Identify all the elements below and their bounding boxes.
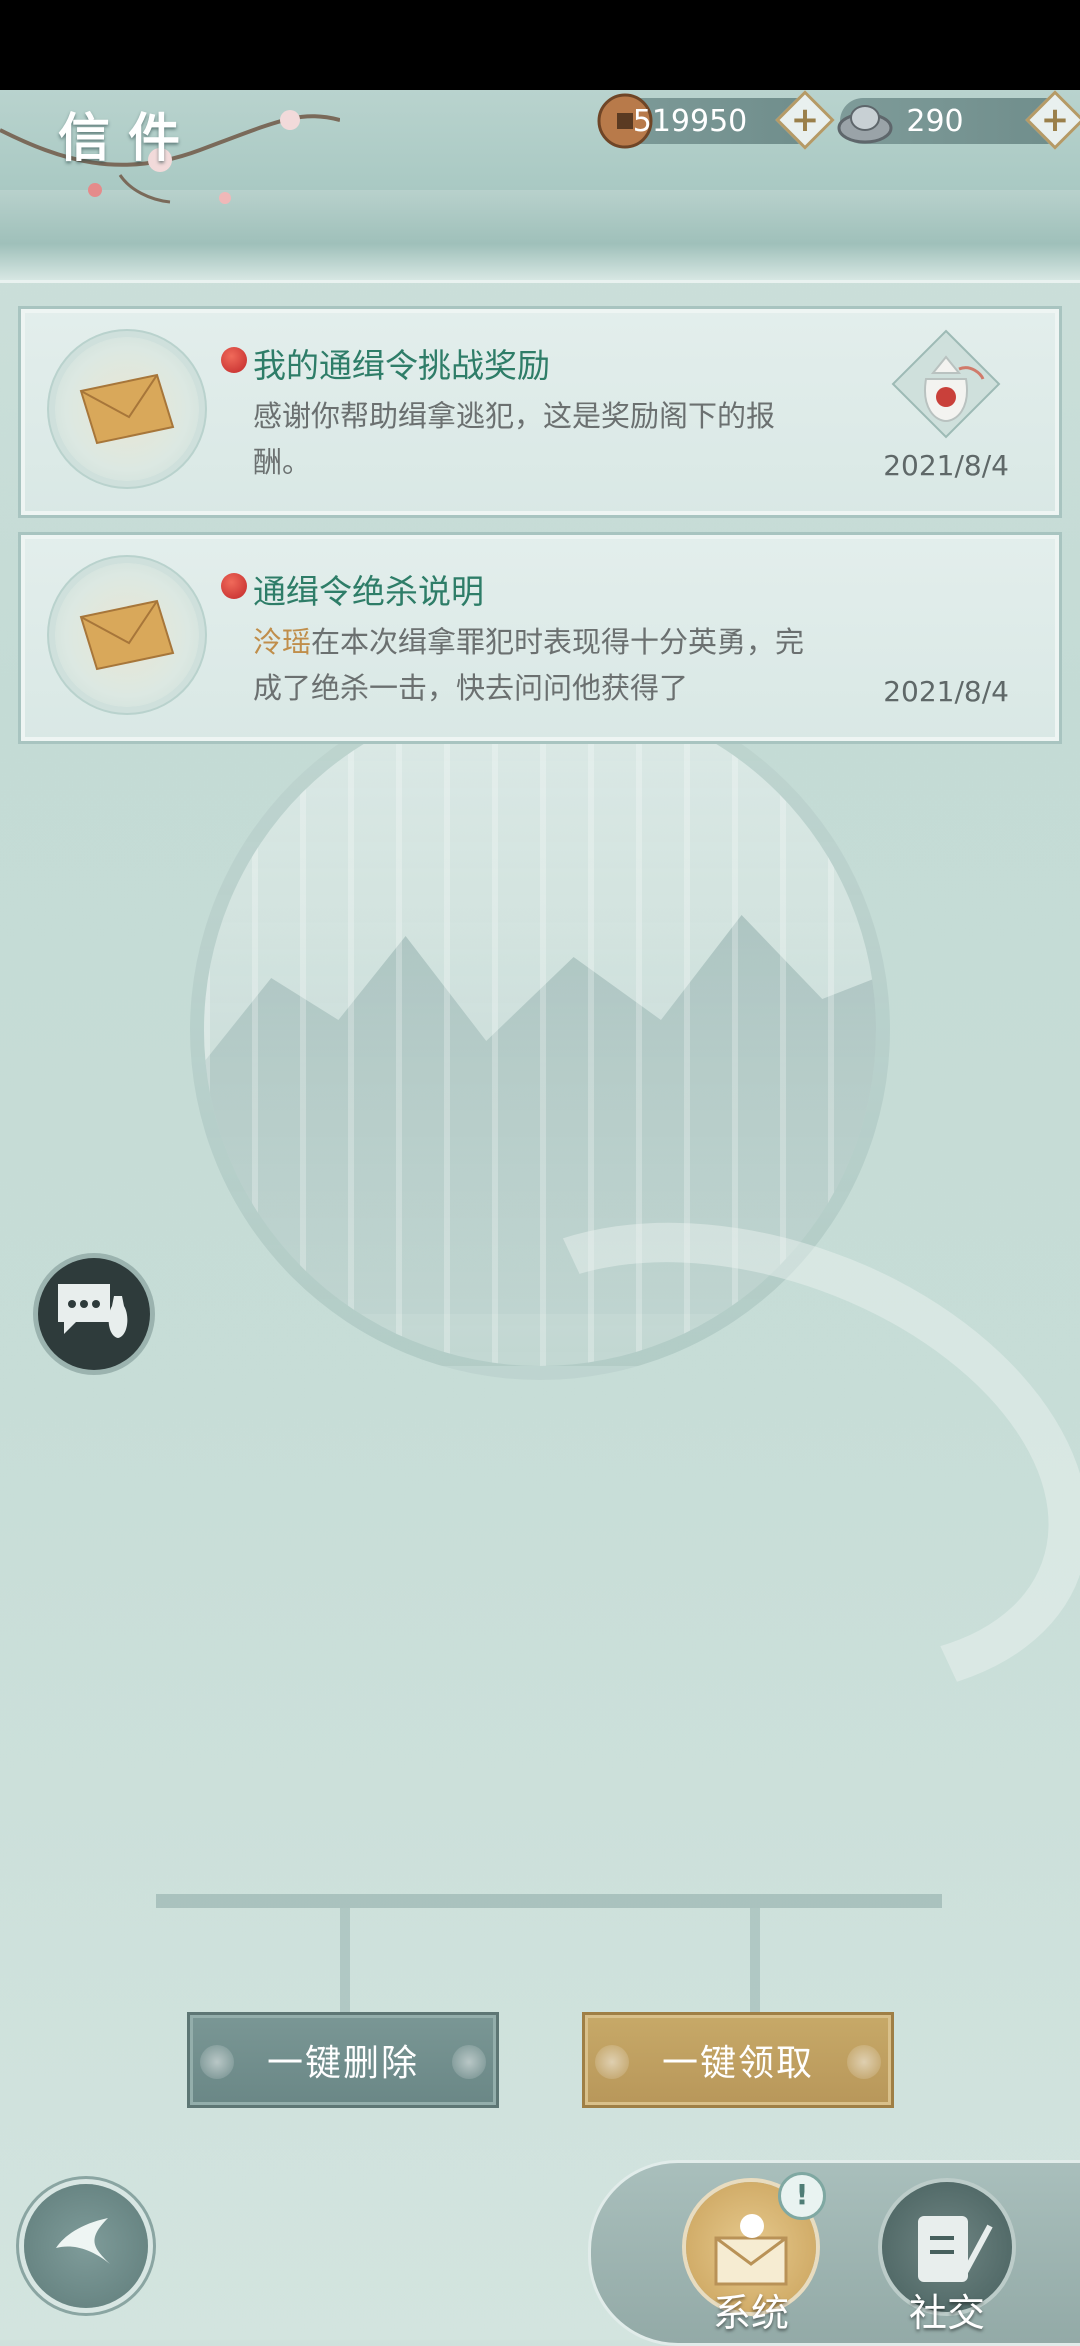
envelope-icon bbox=[79, 373, 175, 445]
table-leg bbox=[750, 1908, 760, 2018]
table-leg bbox=[340, 1908, 350, 2018]
silver-value: 290 bbox=[906, 103, 964, 139]
tea-table-decoration bbox=[156, 1894, 942, 1908]
delete-all-button[interactable]: 一键删除 bbox=[187, 2012, 499, 2108]
tab-system-label: 系统 bbox=[712, 2291, 789, 2335]
page-title: 信件 bbox=[58, 108, 199, 169]
mail-date: 2021/8/4 bbox=[883, 675, 1009, 708]
coin-counter: 519950 + bbox=[597, 90, 835, 150]
reward-bag-icon bbox=[891, 329, 1001, 439]
player-name: 泠瑶 bbox=[253, 625, 312, 659]
mail-title: 通缉令绝杀说明 bbox=[253, 572, 484, 611]
notification-badge: ! bbox=[778, 2172, 826, 2220]
mail-item[interactable]: 我的通缉令挑战奖励 感谢你帮助缉拿逃犯，这是奖励阁下的报酬。 2021/8/4 bbox=[18, 306, 1062, 518]
chat-bubble-icon bbox=[58, 1284, 128, 1338]
mail-date: 2021/8/4 bbox=[883, 449, 1009, 482]
claim-all-button[interactable]: 一键领取 bbox=[582, 2012, 894, 2108]
envelope-icon bbox=[79, 599, 175, 671]
envelope-badge bbox=[55, 337, 199, 481]
claim-all-label: 一键领取 bbox=[661, 2043, 814, 2084]
status-bar bbox=[0, 0, 1080, 90]
mail-preview: 泠瑶在本次缉拿罪犯时表现得十分英勇，完成了绝杀一击，快去问问他获得了 bbox=[253, 625, 805, 705]
delete-all-label: 一键删除 bbox=[266, 2043, 419, 2084]
mail-item[interactable]: 通缉令绝杀说明 泠瑶在本次缉拿罪犯时表现得十分英勇，完成了绝杀一击，快去问问他获… bbox=[18, 532, 1062, 744]
silver-counter: 290 + bbox=[837, 90, 1080, 150]
back-arrow-icon bbox=[56, 2218, 110, 2264]
mail-preview: 感谢你帮助缉拿逃犯，这是奖励阁下的报酬。 bbox=[253, 399, 776, 479]
tab-social-label: 社交 bbox=[908, 2291, 985, 2335]
back-button[interactable] bbox=[24, 2184, 148, 2308]
envelope-badge bbox=[55, 563, 199, 707]
unread-dot bbox=[221, 347, 247, 373]
unread-dot bbox=[221, 573, 247, 599]
mail-title: 我的通缉令挑战奖励 bbox=[253, 346, 550, 385]
coin-value: 519950 bbox=[632, 103, 748, 139]
chat-button[interactable] bbox=[38, 1258, 150, 1370]
